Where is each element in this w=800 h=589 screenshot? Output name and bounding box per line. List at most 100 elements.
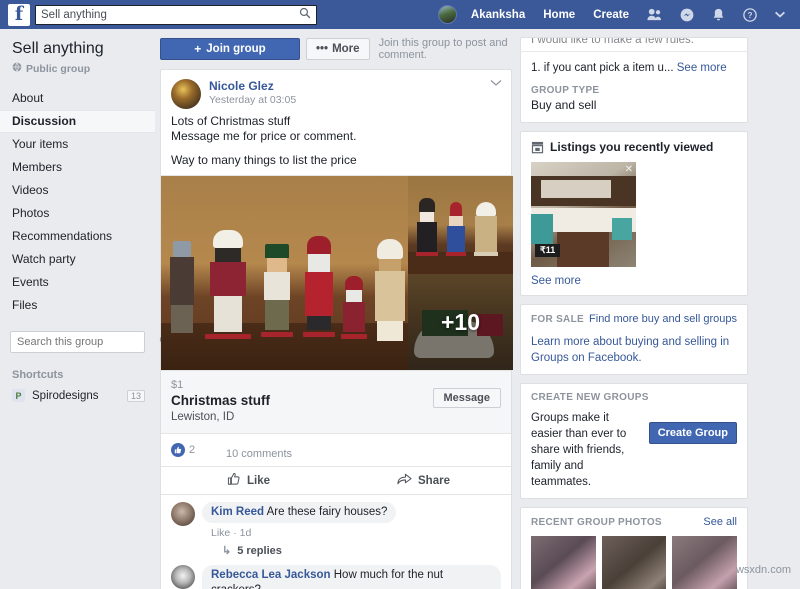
for-sale-label: FOR SALE [531, 314, 584, 325]
avatar[interactable] [171, 79, 201, 109]
sidebar-item-videos[interactable]: Videos [0, 179, 155, 202]
share-button[interactable]: Share [336, 472, 511, 489]
more-button[interactable]: ••• More [305, 38, 370, 60]
group-privacy: Public group [0, 59, 155, 75]
account-dropdown-icon[interactable] [766, 11, 794, 18]
post-photo-secondary[interactable] [408, 176, 513, 274]
chevron-down-icon[interactable] [490, 78, 502, 90]
messenger-icon[interactable] [671, 8, 703, 22]
reaction-count[interactable]: 2 [189, 444, 195, 456]
post-text-line-2: Way to many things to list the price [171, 153, 357, 167]
comment-author[interactable]: Kim Reed [211, 506, 264, 518]
post-counts-row: 2 10 comments [161, 433, 511, 466]
comment-item: Kim Reed Are these fairy houses? Like · … [171, 502, 501, 557]
sidebar-item-events[interactable]: Events [0, 271, 155, 294]
post-photo-grid: +10 [161, 175, 513, 371]
recent-listings-card: Listings you recently viewed ✕ ₹11 See m… [520, 131, 748, 296]
sidebar-item-your-items[interactable]: Your items [0, 133, 155, 156]
create-groups-label: CREATE NEW GROUPS [531, 392, 649, 403]
group-search-box[interactable] [10, 331, 170, 353]
thumbs-up-outline-icon [227, 472, 241, 489]
group-title: Sell anything [12, 40, 104, 57]
group-photo-2[interactable] [601, 536, 667, 589]
post-text-line-1: Lots of Christmas stuff Message me for p… [171, 114, 357, 143]
sidebar-item-members[interactable]: Members [0, 156, 155, 179]
post-timestamp[interactable]: Yesterday at 03:05 [209, 93, 296, 107]
global-search-box[interactable] [35, 4, 317, 25]
nav-home-link[interactable]: Home [534, 9, 584, 21]
group-rules-line: 1. if you cant pick a item u... See more [531, 60, 737, 76]
reply-arrow-icon: ↳ [222, 545, 232, 557]
nav-right-cluster: Akanksha Home Create ? [437, 0, 794, 29]
sidebar-item-photos[interactable]: Photos [0, 202, 155, 225]
like-button[interactable]: Like [161, 472, 336, 489]
comment-replies-link[interactable]: ↳ 5 replies [202, 540, 501, 558]
storefront-icon [531, 141, 544, 154]
post-photo-overflow[interactable]: +10 [408, 274, 513, 370]
listings-see-more-link[interactable]: See more [531, 275, 581, 287]
join-group-label: Join group [206, 43, 266, 55]
join-row: + Join group ••• More Join this group to… [160, 37, 520, 61]
listing-info: $1 Christmas stuff Lewiston, ID Message [161, 370, 511, 433]
post-meta: Nicole Glez Yesterday at 03:05 [209, 79, 296, 109]
create-group-button[interactable]: Create Group [648, 422, 737, 444]
avatar[interactable] [171, 565, 195, 589]
comment-like-link[interactable]: Like [211, 527, 230, 539]
watermark: wsxdn.com [735, 564, 791, 576]
sidebar-item-recommendations[interactable]: Recommendations [0, 225, 155, 248]
recent-listings-header: Listings you recently viewed [531, 140, 737, 154]
share-arrow-icon [397, 472, 412, 489]
create-groups-row: Groups make it easier than ever to share… [531, 410, 737, 490]
nav-create-link[interactable]: Create [584, 9, 638, 21]
friend-requests-icon[interactable] [638, 8, 671, 21]
recent-photos-see-all-link[interactable]: See all [703, 516, 737, 528]
comment-author[interactable]: Rebecca Lea Jackson [211, 569, 331, 581]
share-label: Share [418, 474, 450, 487]
page-body: Sell anything Public group About Discuss… [0, 29, 800, 589]
group-search-input[interactable] [17, 336, 159, 348]
like-label: Like [246, 474, 270, 487]
avatar[interactable] [437, 5, 457, 24]
nav-user-name[interactable]: Akanksha [462, 9, 534, 21]
post-photo-main[interactable] [161, 176, 408, 371]
avatar[interactable] [171, 502, 195, 526]
listing-location: Lewiston, ID [171, 411, 235, 423]
join-hint-text: Join this group to post and comment. [378, 37, 508, 61]
recent-photos-grid [531, 536, 738, 589]
for-sale-text[interactable]: Learn more about buying and selling in G… [531, 334, 737, 366]
globe-icon [12, 62, 22, 75]
sidebar-item-discussion[interactable]: Discussion [0, 110, 155, 133]
recent-listing-thumbnail[interactable]: ✕ ₹11 [531, 162, 636, 267]
recent-photos-label: RECENT GROUP PHOTOS [531, 517, 662, 528]
search-input[interactable] [41, 8, 299, 21]
search-icon[interactable] [299, 7, 311, 22]
group-rules-card-clipped: I would like to make a few rules. [520, 37, 748, 51]
group-photo-1[interactable] [531, 536, 596, 589]
help-icon[interactable]: ? [734, 7, 766, 22]
group-photo-3[interactable] [672, 536, 738, 589]
rules-see-more-link[interactable]: See more [677, 62, 727, 74]
main-content: + Join group ••• More Join this group to… [155, 29, 520, 589]
post-author-link[interactable]: Nicole Glez [209, 79, 296, 93]
join-group-button[interactable]: + Join group [160, 38, 300, 60]
sidebar-item-watch-party[interactable]: Watch party [0, 248, 155, 271]
post-photo-side-column: +10 [408, 176, 513, 370]
facebook-logo-icon[interactable]: f [8, 3, 30, 26]
recent-group-photos-card: RECENT GROUP PHOTOS See all [520, 507, 748, 589]
for-sale-card: FOR SALE Find more buy and sell groups L… [520, 304, 748, 375]
sidebar-item-files[interactable]: Files [0, 294, 155, 317]
find-more-groups-link[interactable]: Find more buy and sell groups [589, 313, 737, 325]
post-header: Nicole Glez Yesterday at 03:05 [161, 70, 511, 109]
comment-count[interactable]: 10 comments [226, 440, 501, 460]
message-button[interactable]: Message [432, 388, 501, 408]
close-icon[interactable]: ✕ [625, 164, 633, 175]
group-privacy-label: Public group [26, 62, 91, 75]
comment-item: Rebecca Lea Jackson How much for the nut… [171, 565, 501, 589]
shortcut-item-spirodesigns[interactable]: P Spirodesigns 13 [0, 387, 155, 404]
sidebar-item-about[interactable]: About [0, 87, 155, 110]
post-actions: Like Share [161, 466, 511, 494]
comment-bubble: Rebecca Lea Jackson How much for the nut… [202, 565, 501, 589]
comment-time[interactable]: 1d [240, 527, 252, 539]
thumbs-up-icon [171, 443, 185, 457]
notifications-icon[interactable] [703, 8, 734, 22]
